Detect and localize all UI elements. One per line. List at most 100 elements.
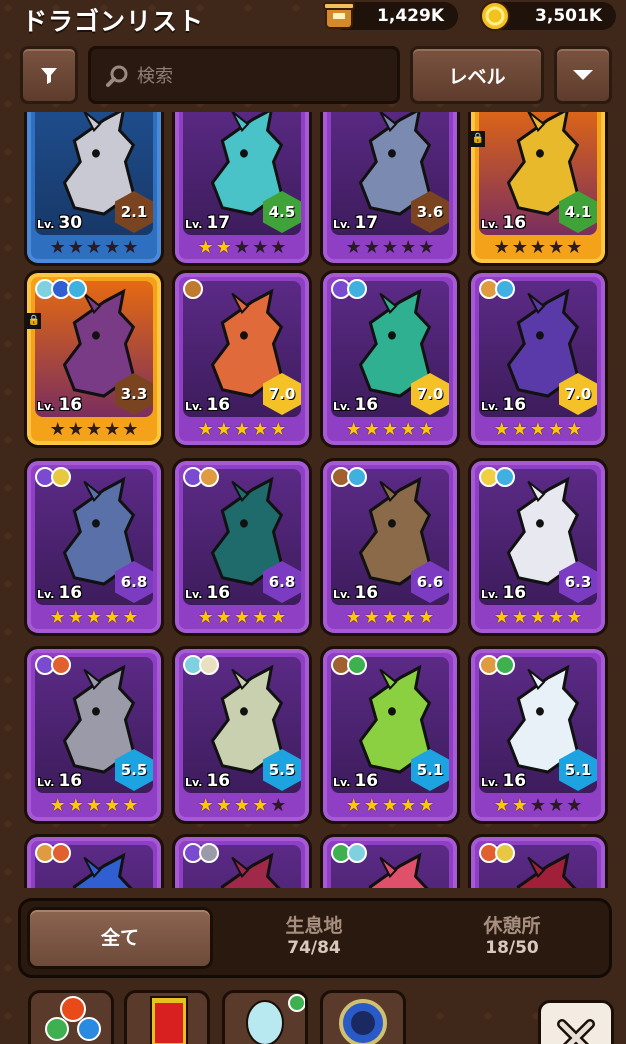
dragon-card[interactable]: Lv. 16 5.1 ★ ★ ★ ★ ★	[320, 646, 460, 824]
search-field[interactable]	[88, 46, 400, 104]
dragon-card[interactable]	[320, 834, 460, 888]
star-icon: ★	[493, 795, 510, 816]
dragon-card[interactable]: Lv. 16 6.8 ★ ★ ★ ★ ★	[24, 458, 164, 636]
level-value: 16	[354, 395, 379, 415]
star-rating: ★ ★ ★ ★ ★	[479, 419, 597, 441]
tab-habitat[interactable]: 生息地 74/84	[221, 907, 407, 969]
star-icon: ★	[381, 795, 399, 816]
dragon-level: Lv. 16	[481, 395, 526, 415]
dragon-card[interactable]: Lv. 30 2.1 ★ ★ ★ ★ ★	[24, 112, 164, 266]
dragon-card[interactable]: Lv. 16 5.5 ★ ★ ★ ★ ★	[24, 646, 164, 824]
star-rating: ★ ★ ★ ★ ★	[479, 607, 597, 629]
dragon-card[interactable]: Lv. 16 6.8 ★ ★ ★ ★ ★	[172, 458, 312, 636]
level-prefix: Lv.	[185, 218, 203, 231]
star-icon: ★	[122, 795, 139, 816]
card-deck-button[interactable]	[124, 990, 210, 1044]
star-icon: ★	[270, 237, 287, 258]
star-icon: ★	[270, 607, 287, 628]
star-rating: ★ ★ ★ ★ ★	[35, 607, 153, 629]
dragon-card[interactable]: 🔒 Lv. 16 3.3 ★ ★ ★ ★ ★	[24, 270, 164, 448]
currency-gold-value: 3,501K	[535, 6, 602, 26]
star-icon: ★	[566, 237, 583, 258]
dragon-list[interactable]: Lv. 30 2.1 ★ ★ ★ ★ ★ Lv. 17 4.5 ★ ★ ★ ★ ★ Lv. 17 3.6 ★ ★ ★ ★ ★ 🔒…	[18, 112, 614, 888]
star-icon: ★	[493, 419, 510, 440]
star-icon: ★	[49, 607, 66, 628]
star-icon: ★	[493, 237, 510, 258]
star-icon: ★	[233, 237, 251, 258]
star-icon: ★	[233, 795, 251, 816]
currency-gold[interactable]: 3,501K	[480, 1, 616, 31]
element-badges	[331, 843, 367, 863]
element-icon	[495, 279, 515, 299]
star-icon: ★	[345, 607, 362, 628]
page-title: ドラゴンリスト	[22, 7, 205, 36]
dragon-card[interactable]: Lv. 16 6.6 ★ ★ ★ ★ ★	[320, 458, 460, 636]
element-badges	[479, 655, 515, 675]
dragon-level: Lv. 16	[333, 771, 378, 791]
level-value: 16	[502, 395, 527, 415]
dragon-level: Lv. 16	[333, 395, 378, 415]
star-icon: ★	[233, 419, 251, 440]
dragon-card[interactable]: Lv. 16 7.0 ★ ★ ★ ★ ★	[320, 270, 460, 448]
element-orbs-icon	[45, 996, 101, 1041]
dragon-card[interactable]: Lv. 17 3.6 ★ ★ ★ ★ ★	[320, 112, 460, 266]
star-rating: ★ ★ ★ ★ ★	[35, 795, 153, 817]
tab-rest-count: 18/50	[485, 938, 539, 958]
dragon-egg-button[interactable]	[222, 990, 308, 1044]
dragon-level: Lv. 16	[185, 395, 230, 415]
element-orbs-button[interactable]	[28, 990, 114, 1044]
sort-dropdown-button[interactable]	[554, 46, 612, 104]
portal-button[interactable]	[320, 990, 406, 1044]
star-icon: ★	[215, 419, 232, 440]
star-rating: ★ ★ ★ ★ ★	[331, 607, 449, 629]
level-prefix: Lv.	[333, 588, 351, 601]
dragon-card[interactable]: Lv. 16 6.3 ★ ★ ★ ★ ★	[468, 458, 608, 636]
search-input[interactable]	[137, 63, 377, 89]
star-icon: ★	[548, 419, 565, 440]
dragon-card[interactable]	[24, 834, 164, 888]
tab-all[interactable]: 全て	[27, 907, 213, 969]
filter-button[interactable]	[20, 46, 78, 104]
element-badges	[331, 655, 367, 675]
star-icon: ★	[529, 237, 547, 258]
tab-rest[interactable]: 休憩所 18/50	[419, 907, 605, 969]
header: ドラゴンリスト 1,429K 3,501K	[0, 0, 626, 36]
dragon-card[interactable]: Lv. 16 7.0 ★ ★ ★ ★ ★	[468, 270, 608, 448]
level-prefix: Lv.	[37, 218, 55, 231]
close-button[interactable]	[538, 1000, 614, 1044]
star-icon: ★	[363, 795, 380, 816]
level-value: 16	[502, 583, 527, 603]
star-icon: ★	[104, 237, 121, 258]
toolbar: レベル	[0, 42, 626, 108]
element-icon	[67, 279, 87, 299]
level-value: 17	[354, 213, 379, 233]
dragon-card[interactable]	[468, 834, 608, 888]
currency-pot[interactable]: 1,429K	[323, 2, 458, 30]
dragon-level: Lv. 16	[481, 583, 526, 603]
level-value: 30	[58, 213, 83, 233]
star-icon: ★	[67, 795, 84, 816]
star-icon: ★	[67, 237, 84, 258]
level-prefix: Lv.	[333, 776, 351, 789]
dragon-card[interactable]: Lv. 16 5.1 ★ ★ ★ ★ ★	[468, 646, 608, 824]
dragon-card[interactable]	[172, 834, 312, 888]
element-badges	[183, 279, 203, 299]
element-icon	[51, 843, 71, 863]
level-value: 16	[58, 771, 83, 791]
dragon-card[interactable]: Lv. 16 7.0 ★ ★ ★ ★ ★	[172, 270, 312, 448]
dragon-card[interactable]: Lv. 16 5.5 ★ ★ ★ ★ ★	[172, 646, 312, 824]
dragon-card[interactable]: Lv. 17 4.5 ★ ★ ★ ★ ★	[172, 112, 312, 266]
star-icon: ★	[122, 419, 139, 440]
star-icon: ★	[270, 795, 287, 816]
element-icon	[51, 655, 71, 675]
star-icon: ★	[548, 237, 565, 258]
dragon-card[interactable]: 🔒 Lv. 16 4.1 ★ ★ ★ ★ ★	[468, 112, 608, 266]
star-icon: ★	[381, 237, 399, 258]
star-icon: ★	[85, 607, 103, 628]
close-icon	[557, 1019, 595, 1044]
star-icon: ★	[233, 607, 251, 628]
element-badges	[183, 467, 219, 487]
element-badges	[35, 467, 71, 487]
tab-rest-label: 休憩所	[483, 915, 541, 937]
sort-level-button[interactable]: レベル	[410, 46, 544, 104]
